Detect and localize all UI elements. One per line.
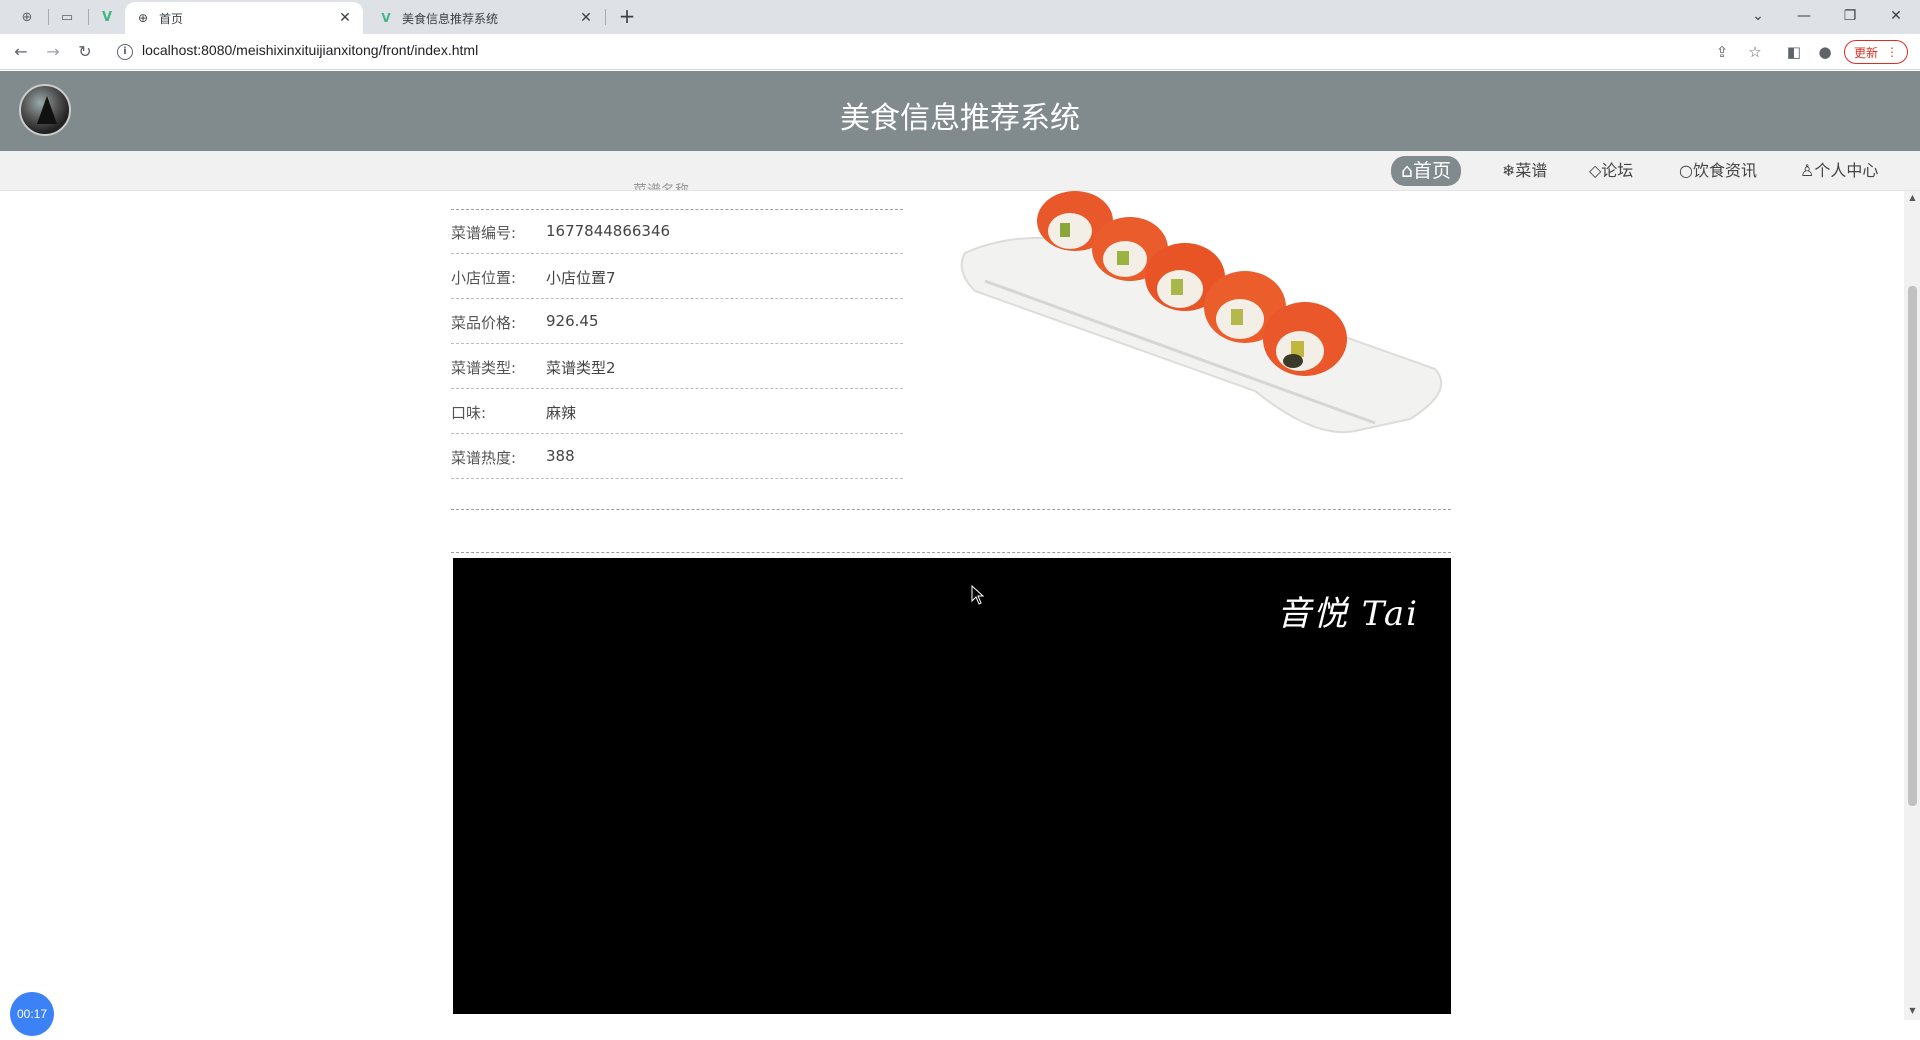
scroll-down-icon[interactable]: ▼ (1908, 1006, 1917, 1015)
detail-heading-partial: 菜谱名称 (633, 180, 689, 190)
globe-icon[interactable]: ⊕ (16, 6, 38, 28)
tab-separator (48, 9, 49, 25)
nav-item-forum[interactable]: ◇论坛 (1579, 156, 1643, 186)
row-value: 1677844866346 (546, 222, 671, 240)
row-label: 小店位置: (451, 269, 517, 287)
info-icon[interactable]: i (117, 44, 133, 60)
back-button[interactable]: ← (10, 41, 32, 63)
recording-timer[interactable]: 00:17 (10, 992, 54, 1036)
cursor-icon (971, 585, 985, 605)
tab-title: 美食信息推荐系统 (402, 11, 499, 26)
address-bar[interactable]: localhost:8080/meishixinxituijianxitong/… (142, 42, 478, 58)
page-scrollbar[interactable]: ▲ ▼ (1904, 191, 1920, 1020)
share-icon[interactable]: ⇪ (1712, 42, 1732, 62)
divider (451, 509, 1451, 510)
close-icon[interactable]: ✕ (578, 10, 594, 26)
close-window-button[interactable]: ✕ (1876, 4, 1916, 28)
row-label: 菜谱编号: (451, 224, 517, 242)
site-title: 美食信息推荐系统 (840, 101, 1080, 136)
row-value: 926.45 (546, 312, 599, 330)
nav-item-home[interactable]: ⌂首页 (1391, 156, 1462, 186)
detail-row-popularity: 菜谱热度: 388 (451, 434, 903, 479)
tab-home[interactable]: ⊕ 首页 ✕ (125, 2, 363, 34)
close-icon[interactable]: ✕ (337, 10, 353, 26)
site-header: 美食信息推荐系统 (0, 71, 1920, 151)
vue-icon[interactable]: V (96, 6, 118, 28)
minimize-button[interactable]: — (1784, 4, 1824, 28)
update-label: 更新 (1853, 45, 1878, 60)
chevron-down-icon[interactable]: ⌄ (1738, 4, 1778, 28)
scroll-up-icon[interactable]: ▲ (1908, 193, 1917, 202)
nav-item-profile[interactable]: ♙个人中心 (1790, 156, 1888, 186)
detail-row-flavor: 口味: 麻辣 (451, 389, 903, 434)
more-icon: ⋮ (1886, 45, 1898, 59)
row-value: 菜谱类型2 (546, 359, 616, 377)
dish-image (955, 191, 1455, 443)
row-value: 麻辣 (546, 404, 577, 422)
globe-icon: ⊕ (137, 11, 149, 25)
vue-icon: V (381, 11, 391, 25)
row-value: 小店位置7 (546, 269, 616, 287)
row-label: 菜品价格: (451, 314, 517, 332)
reload-button[interactable]: ↻ (74, 41, 96, 63)
tab-food-system[interactable]: V 美食信息推荐系统 ✕ (368, 2, 604, 34)
star-icon[interactable]: ☆ (1745, 42, 1765, 62)
row-value: 388 (546, 447, 575, 465)
new-tab-button[interactable]: + (617, 6, 637, 26)
row-label: 口味: (451, 404, 487, 422)
nav-item-recipes[interactable]: ❄菜谱 (1492, 156, 1557, 186)
blank-tab-icon[interactable]: ▭ (56, 6, 78, 28)
tab-separator (88, 9, 89, 25)
profile-icon[interactable]: ● (1815, 42, 1835, 62)
update-button[interactable]: 更新 ⋮ (1844, 40, 1908, 64)
row-label: 菜谱类型: (451, 359, 517, 377)
nav-item-news[interactable]: ○饮食资讯 (1669, 156, 1767, 186)
detail-row-location: 小店位置: 小店位置7 (451, 254, 903, 299)
restore-button[interactable]: ❐ (1830, 4, 1870, 28)
video-watermark: 音悦 Tai (1277, 594, 1419, 634)
detail-row-id: 菜谱编号: 1677844866346 (451, 209, 903, 254)
sidebar-icon[interactable]: ◧ (1784, 42, 1804, 62)
detail-row-price: 菜品价格: 926.45 (451, 299, 903, 344)
detail-row-type: 菜谱类型: 菜谱类型2 (451, 344, 903, 389)
tab-title: 首页 (159, 11, 184, 26)
tab-separator (605, 9, 606, 25)
divider (451, 552, 1451, 553)
nav-bar: ⌂首页 ❄菜谱 ◇论坛 ○饮食资讯 ♙个人中心 (0, 151, 1920, 191)
row-label: 菜谱热度: (451, 449, 517, 467)
browser-tab-strip: ⊕ ▭ V ⊕ 首页 ✕ V 美食信息推荐系统 ✕ + ⌄ — ❐ ✕ (0, 0, 1920, 34)
scroll-thumb[interactable] (1908, 286, 1917, 806)
forward-button[interactable]: → (42, 41, 64, 63)
video-player[interactable]: 音悦 Tai (453, 558, 1451, 1014)
browser-toolbar: ← → ↻ i localhost:8080/meishixinxituijia… (0, 34, 1920, 70)
